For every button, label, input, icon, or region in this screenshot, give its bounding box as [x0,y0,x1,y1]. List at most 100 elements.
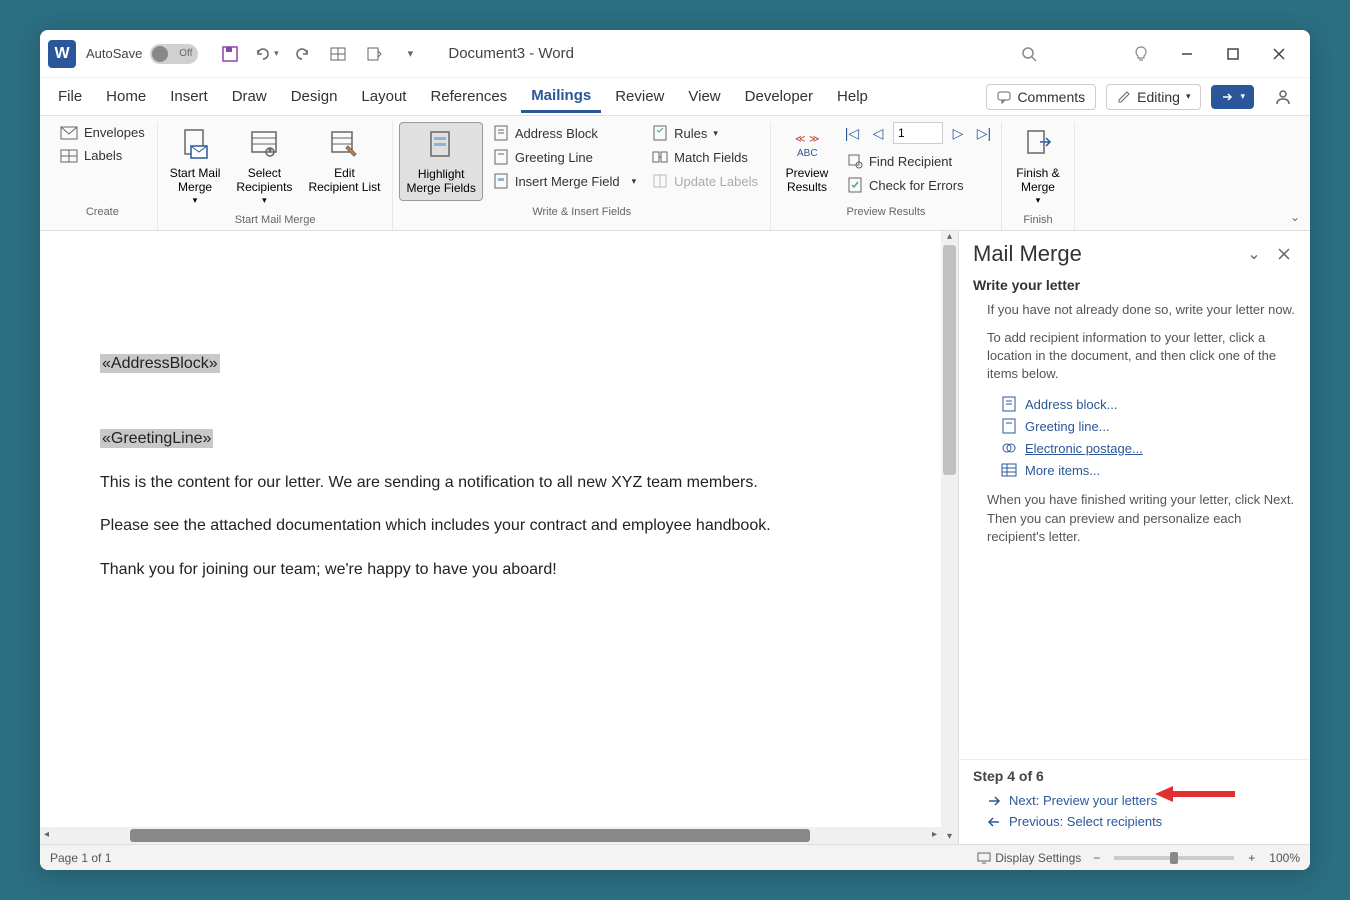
tab-references[interactable]: References [420,82,517,111]
tab-draw[interactable]: Draw [222,82,277,111]
match-fields-button[interactable]: Match Fields [646,146,764,168]
edit-recipient-list-button[interactable]: Edit Recipient List [302,122,386,199]
pencil-icon [1117,90,1131,104]
maximize-button[interactable] [1210,30,1256,78]
highlight-label: Highlight Merge Fields [406,167,475,196]
tab-file[interactable]: File [48,82,92,111]
pane-address-block-link[interactable]: Address block... [973,393,1296,415]
table-view-button[interactable] [321,37,355,71]
previous-step-link[interactable]: Previous: Select recipients [973,811,1296,832]
scroll-down-icon[interactable]: ▾ [943,831,956,844]
last-record-button[interactable]: ▷| [973,122,995,144]
record-number-input[interactable] [893,122,943,144]
share-button[interactable]: ▾ [1211,85,1254,109]
insert-merge-field-button[interactable]: Insert Merge Field ▾ [487,170,642,192]
pane-intro-1: If you have not already done so, write y… [973,301,1296,319]
first-record-button[interactable]: |◁ [841,122,863,144]
pane-greeting-line-link[interactable]: Greeting line... [973,415,1296,437]
group-start-mail-merge: Start Mail Merge▾ Select Recipients▾ Edi… [158,122,394,230]
pane-close-button[interactable] [1272,242,1296,266]
page-status[interactable]: Page 1 of 1 [50,851,111,865]
scroll-right-icon[interactable]: ▸ [928,829,941,842]
autosave-toggle[interactable]: Off [150,44,198,64]
hscroll-thumb[interactable] [130,829,810,842]
group-create-label: Create [86,206,119,218]
zoom-thumb[interactable] [1170,852,1178,864]
preview-results-button[interactable]: ≪≫ABC Preview Results [777,122,837,199]
labels-button[interactable]: Labels [54,145,151,166]
address-block-button[interactable]: Address Block [487,122,642,144]
search-button[interactable] [1006,46,1052,62]
tab-developer[interactable]: Developer [735,82,823,111]
merge-field-address-block[interactable]: «AddressBlock» [100,354,220,373]
editing-mode-button[interactable]: Editing ▾ [1106,84,1201,110]
tab-layout[interactable]: Layout [351,82,416,111]
horizontal-scrollbar[interactable]: ◂ ▸ [40,827,941,844]
tab-view[interactable]: View [678,82,730,111]
insert-merge-label: Insert Merge Field [515,174,620,189]
scroll-thumb[interactable] [943,245,956,475]
document-area[interactable]: «AddressBlock» «GreetingLine» This is th… [40,231,958,844]
autosave-label: AutoSave [86,46,142,61]
tab-design[interactable]: Design [281,82,348,111]
finish-merge-button[interactable]: Finish & Merge▾ [1008,122,1068,210]
rules-label: Rules [674,126,707,141]
tab-mailings[interactable]: Mailings [521,81,601,113]
check-errors-button[interactable]: Check for Errors [841,174,995,196]
redo-button[interactable] [285,37,319,71]
quick-print-button[interactable] [357,37,391,71]
tell-me-button[interactable] [1118,46,1164,62]
zoom-slider[interactable] [1114,856,1234,860]
pane-more-items-link[interactable]: More items... [973,459,1296,481]
rules-button[interactable]: Rules ▾ [646,122,764,144]
document-page: «AddressBlock» «GreetingLine» This is th… [40,231,958,583]
zoom-out-button[interactable]: − [1093,851,1100,865]
next-record-button[interactable]: ▷ [947,122,969,144]
minimize-button[interactable] [1164,30,1210,78]
paragraph-1[interactable]: This is the content for our letter. We a… [100,470,898,496]
tab-insert[interactable]: Insert [160,82,218,111]
collapse-ribbon-button[interactable]: ⌄ [1290,210,1300,224]
merge-field-greeting-line[interactable]: «GreetingLine» [100,429,213,448]
display-settings-button[interactable]: Display Settings [977,851,1081,865]
pane-postage-link[interactable]: Electronic postage... [973,437,1296,459]
check-errors-label: Check for Errors [869,178,964,193]
close-button[interactable] [1256,30,1302,78]
pane-dropdown-button[interactable]: ⌄ [1242,242,1266,266]
more-items-icon [1001,462,1017,478]
find-recipient-label: Find Recipient [869,154,952,169]
find-recipient-button[interactable]: Find Recipient [841,150,995,172]
undo-button[interactable]: ▾ [249,37,283,71]
paragraph-3[interactable]: Thank you for joining our team; we're ha… [100,557,898,583]
tab-help[interactable]: Help [827,82,878,111]
next-step-link[interactable]: Next: Preview your letters [973,790,1296,811]
tab-review[interactable]: Review [605,82,674,111]
save-button[interactable] [213,37,247,71]
address-block-icon [1001,396,1017,412]
edit-list-label: Edit Recipient List [308,166,380,195]
qat-customize-button[interactable]: ▾ [393,37,427,71]
scroll-left-icon[interactable]: ◂ [40,829,53,842]
tab-home[interactable]: Home [96,82,156,111]
scroll-up-icon[interactable]: ▴ [943,231,956,244]
greeting-line-button[interactable]: Greeting Line [487,146,642,168]
comments-button[interactable]: Comments [986,84,1096,110]
zoom-level[interactable]: 100% [1269,851,1300,865]
editing-label: Editing [1137,89,1180,105]
group-create: Envelopes Labels Create [48,122,158,230]
paragraph-2[interactable]: Please see the attached documentation wh… [100,513,898,539]
start-mail-merge-button[interactable]: Start Mail Merge▾ [164,122,227,210]
highlight-merge-fields-button[interactable]: Highlight Merge Fields [399,122,482,201]
greeting-icon [493,149,509,165]
match-icon [652,149,668,165]
status-bar: Page 1 of 1 Display Settings − + 100% [40,844,1310,870]
vertical-scrollbar[interactable]: ▴ ▾ [941,231,958,844]
zoom-in-button[interactable]: + [1248,851,1255,865]
pane-title: Mail Merge [973,241,1236,267]
prev-record-button[interactable]: ◁ [867,122,889,144]
group-write-label: Write & Insert Fields [532,206,631,218]
edit-list-icon [326,126,362,162]
account-button[interactable] [1264,84,1302,110]
select-recipients-button[interactable]: Select Recipients▾ [230,122,298,210]
envelopes-button[interactable]: Envelopes [54,122,151,143]
